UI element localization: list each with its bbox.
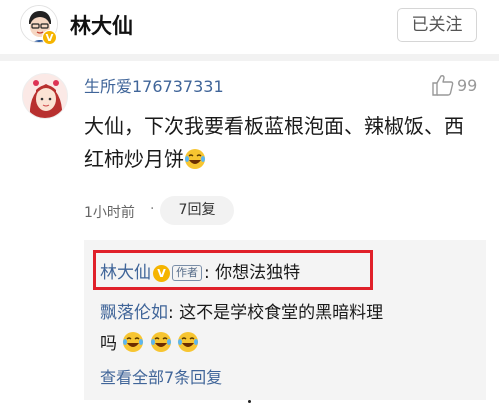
reply-text: 这不是学校食堂的黑暗料理: [179, 303, 384, 323]
commenter-username[interactable]: 生所爱176737331: [84, 73, 224, 97]
thumbs-up-icon[interactable]: [431, 74, 455, 96]
highlight-annotation: [93, 250, 373, 290]
meta-separator: ·: [150, 201, 155, 217]
laugh-cry-emoji-icon: [150, 332, 171, 352]
follow-button[interactable]: 已关注: [397, 8, 477, 42]
comment-body: 大仙，下次我要看板蓝根泡面、辣椒饭、西红柿炒月饼: [84, 114, 464, 171]
reply-separator: :: [168, 303, 180, 323]
page-title: 林大仙: [70, 14, 133, 38]
laugh-cry-emoji-icon: [123, 332, 144, 352]
view-all-replies-link[interactable]: 查看全部7条回复: [100, 364, 222, 388]
like-count: 99: [457, 76, 478, 95]
commenter-avatar[interactable]: [22, 73, 68, 119]
reply-text-continued: 吗: [100, 334, 117, 354]
bottom-dot: [248, 400, 251, 403]
laugh-cry-emoji-icon: [185, 149, 205, 169]
comment-timestamp: 1小时前: [84, 205, 135, 221]
section-divider: [0, 54, 499, 61]
reply-item[interactable]: 飘落伦如: 这不是学校食堂的黑暗料理: [100, 298, 383, 323]
top-bar: V 林大仙 已关注: [0, 0, 499, 53]
reply-count-button[interactable]: 7回复: [160, 196, 234, 225]
laugh-cry-emoji-icon: [178, 332, 199, 352]
girl-avatar-icon: [23, 74, 67, 118]
comment-text: 大仙，下次我要看板蓝根泡面、辣椒饭、西红柿炒月饼: [84, 110, 469, 176]
reply-item-continued: 吗: [100, 329, 199, 354]
reply-user-name[interactable]: 飘落伦如: [100, 303, 168, 323]
verified-badge-icon: V: [42, 30, 57, 45]
